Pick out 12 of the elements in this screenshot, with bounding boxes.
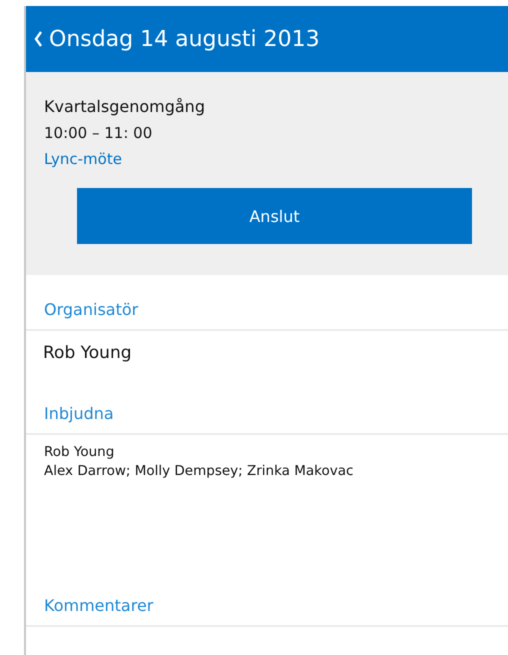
section-heading: Inbjudna: [43, 403, 115, 425]
meeting-subject: Kvartalsgenomgång: [44, 96, 206, 118]
date-title: Onsdag 14 augusti 2013: [49, 26, 320, 52]
organizer-name: Rob Young: [42, 342, 133, 365]
section-heading: Kommentarer: [43, 595, 154, 617]
section-heading: Organisatör: [43, 299, 140, 321]
lync-meeting-link[interactable]: Lync-möte: [44, 146, 122, 172]
back-icon[interactable]: [34, 31, 43, 47]
invitee-line: Rob Young: [44, 443, 116, 462]
join-button[interactable]: Anslut: [77, 188, 472, 244]
meeting-time: 10:00 – 11: 00: [44, 123, 154, 144]
invitee-line: Alex Darrow; Molly Dempsey; Zrinka Makovac: [44, 462, 354, 481]
